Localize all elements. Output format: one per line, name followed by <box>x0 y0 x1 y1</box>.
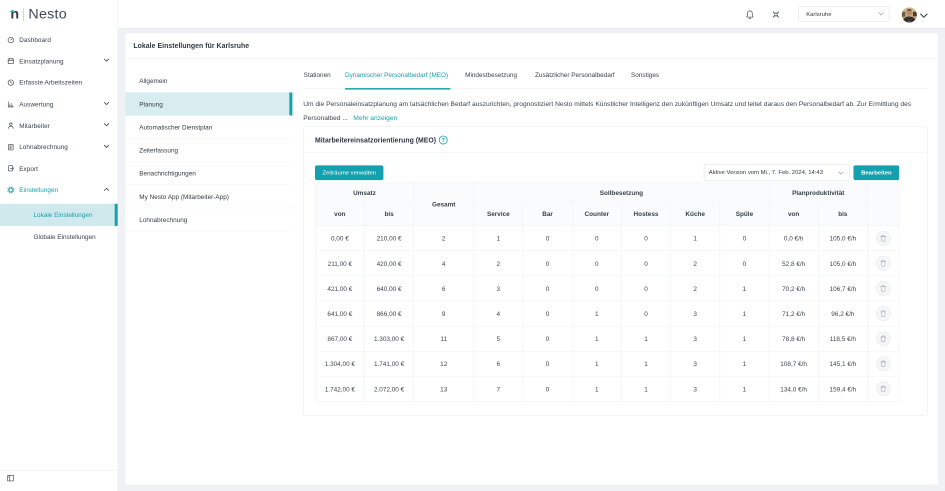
svg-text:?: ? <box>441 138 445 144</box>
